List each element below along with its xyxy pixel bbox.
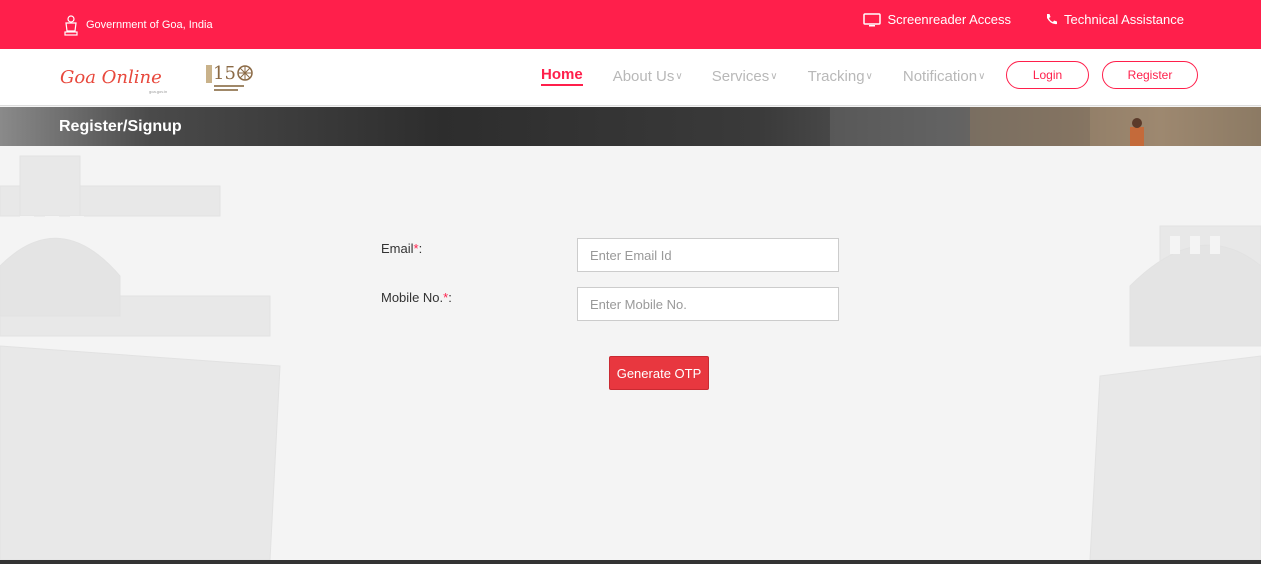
- email-label-text: Email: [381, 241, 414, 256]
- gandhi-150-years-logo: 15: [206, 63, 253, 91]
- mobile-label-text: Mobile No.: [381, 290, 444, 305]
- nav-home-label: Home: [541, 66, 583, 83]
- government-label: Government of Goa, India: [62, 13, 213, 37]
- login-button[interactable]: Login: [1006, 61, 1089, 89]
- nav-about-label: About Us: [612, 67, 675, 85]
- logo-subtext: goa.gov.in: [149, 89, 168, 94]
- screenreader-label: Screenreader Access: [887, 12, 1012, 27]
- mobile-input[interactable]: [577, 287, 839, 321]
- chevron-down-icon: ∨: [770, 70, 778, 82]
- nav-notification-label: Notification: [902, 67, 978, 85]
- footer-divider: [0, 560, 1261, 564]
- content-area: [0, 146, 1261, 560]
- generate-otp-button[interactable]: Generate OTP: [609, 356, 709, 390]
- technical-assistance-label: Technical Assistance: [1064, 12, 1184, 27]
- page-banner: Register/Signup: [0, 107, 1261, 146]
- label-colon: :: [418, 241, 423, 256]
- chevron-down-icon: ∨: [675, 70, 683, 82]
- label-colon: :: [448, 290, 452, 305]
- chevron-down-icon: ∨: [865, 70, 873, 82]
- nav-item-home[interactable]: Home: [541, 66, 583, 86]
- monitor-icon: [863, 12, 882, 26]
- screenreader-access-link[interactable]: Screenreader Access: [863, 12, 1011, 27]
- phone-icon: [1047, 14, 1058, 25]
- background-architecture-illustration: [0, 155, 1261, 560]
- banner-photo: [830, 107, 1261, 146]
- nav-tracking-label: Tracking: [807, 67, 865, 85]
- nav-services-label: Services: [711, 67, 770, 85]
- top-bar: Government of Goa, India Screenreader Ac…: [0, 0, 1261, 49]
- nav-menu: Home About Us ∨ Services ∨ Tracking ∨ No…: [541, 66, 985, 86]
- chevron-down-icon: ∨: [978, 70, 986, 82]
- email-label: Email*:: [381, 241, 422, 256]
- government-text: Government of Goa, India: [86, 19, 213, 31]
- technical-assistance-link[interactable]: Technical Assistance: [1045, 12, 1184, 27]
- main-navigation: Goa Online goa.gov.in 15 Home About Us ∨…: [0, 49, 1261, 106]
- state-emblem-icon: [64, 15, 78, 36]
- register-button[interactable]: Register: [1102, 61, 1198, 89]
- svg-text:15: 15: [213, 63, 236, 84]
- mobile-label: Mobile No.*:: [381, 290, 452, 305]
- email-input[interactable]: [577, 238, 839, 272]
- page-title: Register/Signup: [59, 118, 182, 135]
- nav-item-about-us[interactable]: About Us ∨: [613, 66, 683, 86]
- nav-item-notification[interactable]: Notification ∨: [903, 66, 986, 86]
- goa-online-logo[interactable]: Goa Online: [60, 67, 162, 88]
- nav-item-services[interactable]: Services ∨: [712, 66, 778, 86]
- nav-item-tracking[interactable]: Tracking ∨: [808, 66, 873, 86]
